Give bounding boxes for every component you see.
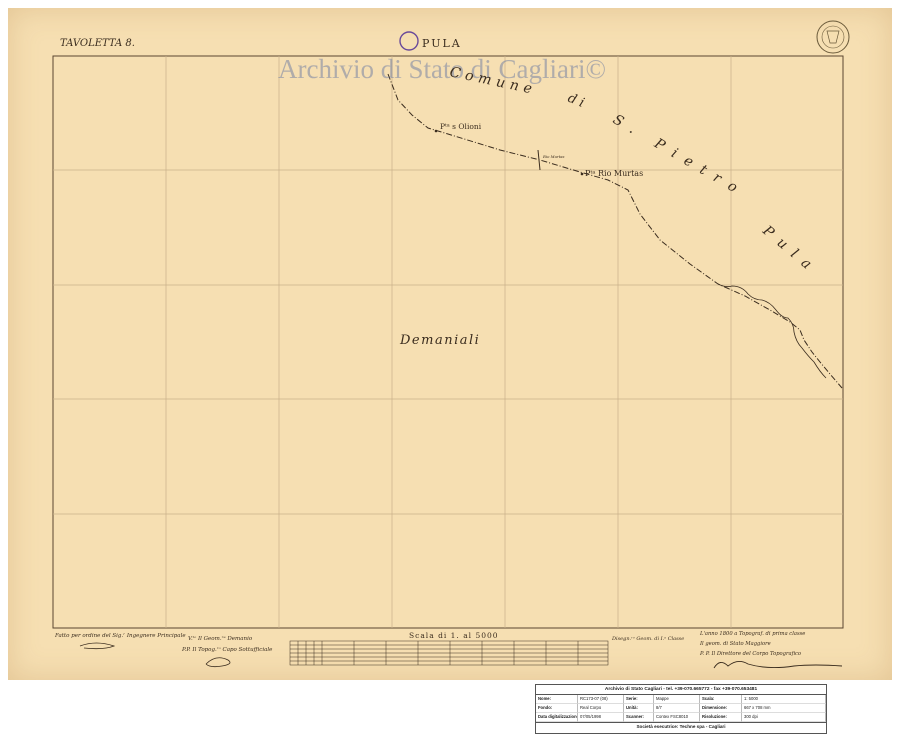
signature-center-flourish	[205, 657, 231, 668]
map-drawing: TAVOLETTA 8. PULA Archivio di Stato di C…	[52, 20, 850, 669]
pula-label: Pula	[759, 222, 822, 278]
archive-stamp	[399, 31, 419, 51]
signature-center-1: V.ᵗᵒ Il Geom.ʳᵉ Demanio	[188, 635, 253, 642]
archive-info-table: Archivio di Stato Cagliari - tel. +39-07…	[535, 684, 827, 734]
di-label: di	[566, 91, 591, 113]
info-label: Data digitalizzazione:	[536, 713, 578, 722]
archive-watermark: Archivio di Stato di Cagliari©	[278, 54, 606, 84]
demaniali-label: Demaniali	[399, 333, 480, 348]
rio-crossing	[537, 149, 541, 171]
signature-right-3: P. P. Il Direttore del Corpo Topografico	[699, 651, 801, 657]
signature-left-flourish	[79, 642, 116, 650]
info-value: Contex FSC8010	[654, 713, 700, 722]
info-value: Mappe	[654, 695, 700, 704]
scale-bar	[289, 640, 609, 666]
info-label: Unità:	[624, 704, 654, 713]
info-value: RC173-07 (08)	[578, 695, 624, 704]
signature-center-2: P.P. Il Topog.ʳᵒ Capo Sottufficiale	[181, 647, 273, 653]
info-value: 1: 5000	[742, 695, 826, 704]
seal-emblem	[816, 20, 850, 54]
tavoletta-label: TAVOLETTA 8.	[60, 38, 135, 49]
info-value: 667 x 708 mm	[742, 704, 826, 713]
archive-info-header: Archivio di Stato Cagliari - tel. +39-07…	[536, 685, 826, 695]
point-rio-murtas-marker	[580, 172, 584, 176]
info-label: Scanner:	[624, 713, 654, 722]
signature-right-2: Il geom. di Stato Maggiore	[699, 641, 771, 647]
point-olioni-label: Pᵗᵃ s Olioni	[440, 122, 482, 131]
river-course	[717, 283, 827, 379]
place-title: PULA	[422, 37, 462, 50]
info-label: Fondo:	[536, 704, 578, 713]
info-label: Dimensione:	[700, 704, 742, 713]
signature-right-flourish	[713, 661, 843, 669]
archive-info-grid: Nome: RC173-07 (08) Serie: Mappe Scala: …	[536, 695, 826, 723]
info-value: 07/05/1998	[578, 713, 624, 722]
info-label: Risoluzione:	[700, 713, 742, 722]
info-value: 300 dpi	[742, 713, 826, 722]
info-value: Real Corpo	[578, 704, 624, 713]
info-value: 8/7	[654, 704, 700, 713]
point-rio-murtas-label: Pᵗᵃ Rio Murtas	[585, 169, 643, 178]
info-label: Scala:	[700, 695, 742, 704]
scale-caption: Scala di 1. al 5000	[409, 631, 499, 640]
point-olioni-marker	[434, 129, 438, 133]
archive-info-footer: Società esecutrice: Techne spa - Cagliar…	[636, 724, 726, 729]
s-pietro-label: S. Pietro	[610, 112, 749, 201]
rio-small-label: Rio Murtas	[542, 154, 565, 159]
scale-note: Disegn.ʳᵒ Geom. di I.ᵃ Classe	[611, 636, 684, 642]
info-label: Nome:	[536, 695, 578, 704]
info-label: Serie:	[624, 695, 654, 704]
signature-left: Fatto per ordine del Sig.ʳ Ingegnere Pri…	[54, 633, 186, 639]
signature-right-1: L'anno 1800 a Topograf. di prima classe	[699, 631, 805, 637]
